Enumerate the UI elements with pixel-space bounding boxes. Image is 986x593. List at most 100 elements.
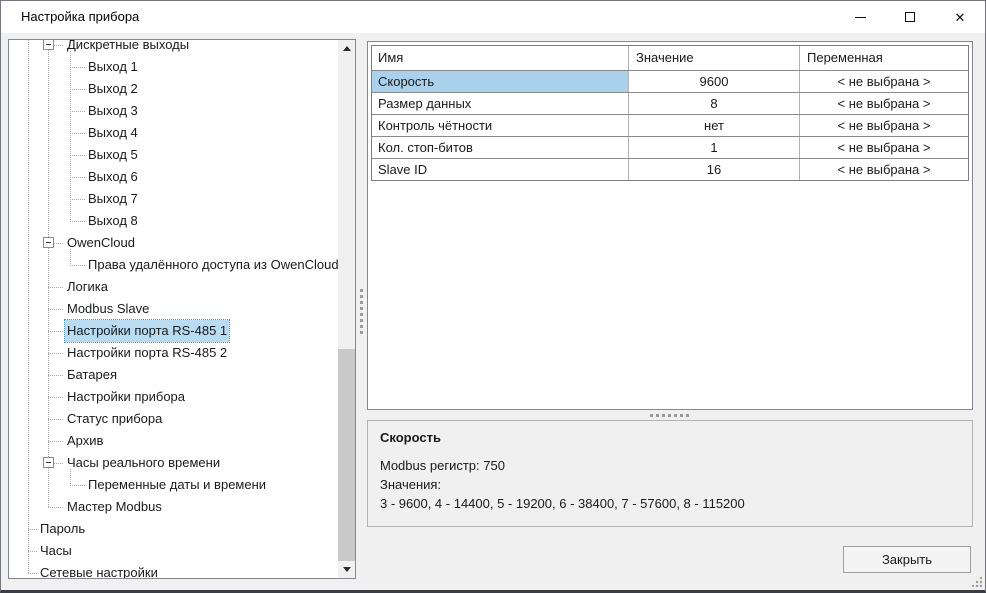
- tree-item-выход-5[interactable]: Выход 5: [9, 144, 338, 166]
- param-name-cell[interactable]: Кол. стоп-битов: [372, 137, 629, 158]
- param-variable-cell[interactable]: < не выбрана >: [800, 115, 968, 136]
- window-title: Настройка прибора: [21, 9, 139, 24]
- tree-item-выход-6[interactable]: Выход 6: [9, 166, 338, 188]
- tree-item-выход-3[interactable]: Выход 3: [9, 100, 338, 122]
- close-icon: ✕: [955, 11, 966, 24]
- tree-item-пароль[interactable]: Пароль: [9, 518, 338, 540]
- tree-item-архив[interactable]: Архив: [9, 430, 338, 452]
- table-row[interactable]: Контроль чётностинет< не выбрана >: [372, 114, 968, 136]
- tree-connector: [70, 265, 85, 266]
- table-row[interactable]: Slave ID16< не выбрана >: [372, 158, 968, 180]
- table-row[interactable]: Размер данных8< не выбрана >: [372, 92, 968, 114]
- param-value-cell[interactable]: нет: [629, 115, 800, 136]
- scrollbar-thumb[interactable]: [338, 349, 355, 561]
- tree-scrollbar[interactable]: [338, 40, 355, 578]
- tree-item-выход-2[interactable]: Выход 2: [9, 78, 338, 100]
- scroll-up-button[interactable]: [338, 40, 355, 57]
- tree-item-label: Сетевые настройки: [40, 562, 158, 578]
- tree-item-часы[interactable]: Часы: [9, 540, 338, 562]
- collapse-expander-icon[interactable]: [43, 237, 54, 248]
- tree-item-label: Выход 1: [88, 56, 138, 78]
- description-line: Modbus регистр: 750: [380, 456, 960, 475]
- column-header: Имя: [372, 46, 629, 70]
- tree-item-переменные-даты-и-времени[interactable]: Переменные даты и времени: [9, 474, 338, 496]
- tree-item-label: Выход 7: [88, 188, 138, 210]
- param-variable-cell[interactable]: < не выбрана >: [800, 93, 968, 114]
- tree-connector: [70, 485, 85, 486]
- collapse-expander-icon[interactable]: [43, 40, 54, 50]
- table-row[interactable]: Скорость9600< не выбрана >: [372, 70, 968, 92]
- tree-connector: [28, 529, 37, 530]
- tree-connector: [70, 111, 85, 112]
- tree-item-label: Часы: [40, 540, 72, 562]
- column-header: Значение: [629, 46, 800, 70]
- param-name-cell[interactable]: Размер данных: [372, 93, 629, 114]
- titlebar: Настройка прибора ✕: [1, 1, 985, 33]
- tree-connector: [70, 67, 85, 68]
- tree-item-modbus-slave[interactable]: Modbus Slave: [9, 298, 338, 320]
- tree-item-label: Дискретные выходы: [67, 40, 189, 56]
- scroll-down-icon: [343, 567, 351, 572]
- tree-connector: [48, 309, 64, 310]
- horizontal-splitter[interactable]: [367, 410, 973, 420]
- tree-item-label: Переменные даты и времени: [88, 474, 266, 496]
- close-button[interactable]: Закрыть: [843, 546, 971, 573]
- tree-item-label: Права удалённого доступа из OwenCloud: [88, 254, 338, 276]
- tree-item-логика[interactable]: Логика: [9, 276, 338, 298]
- vertical-splitter[interactable]: [356, 39, 367, 579]
- close-window-button[interactable]: ✕: [935, 1, 985, 33]
- maximize-button[interactable]: [885, 1, 935, 33]
- tree-item-мастер-modbus[interactable]: Мастер Modbus: [9, 496, 338, 518]
- param-value-cell[interactable]: 8: [629, 93, 800, 114]
- param-value-cell[interactable]: 16: [629, 159, 800, 180]
- tree-item-label: Выход 2: [88, 78, 138, 100]
- tree-item-статус-прибора[interactable]: Статус прибора: [9, 408, 338, 430]
- tree-item-сетевые-настройки[interactable]: Сетевые настройки: [9, 562, 338, 578]
- param-value-cell[interactable]: 1: [629, 137, 800, 158]
- tree-connector: [48, 331, 64, 332]
- tree-item-label: Настройки порта RS-485 2: [67, 342, 227, 364]
- tree-item-выход-7[interactable]: Выход 7: [9, 188, 338, 210]
- tree-item-выход-1[interactable]: Выход 1: [9, 56, 338, 78]
- tree-item-батарея[interactable]: Батарея: [9, 364, 338, 386]
- tree-item-label: Настройки прибора: [67, 386, 185, 408]
- vertical-splitter-grip: [360, 289, 363, 335]
- tree-connector: [70, 133, 85, 134]
- collapse-expander-icon[interactable]: [43, 457, 54, 468]
- param-value-cell[interactable]: 9600: [629, 71, 800, 92]
- maximize-icon: [905, 12, 915, 22]
- param-variable-cell[interactable]: < не выбрана >: [800, 159, 968, 180]
- minus-glyph: [46, 44, 51, 45]
- tree-item-часы-реального-времени[interactable]: Часы реального времени: [9, 452, 338, 474]
- description-line: 3 - 9600, 4 - 14400, 5 - 19200, 6 - 3840…: [380, 494, 960, 513]
- tree-item-права-удалённого-доступа-из-owencloud[interactable]: Права удалённого доступа из OwenCloud: [9, 254, 338, 276]
- tree-item-дискретные-выходы[interactable]: Дискретные выходы: [9, 40, 338, 56]
- parameter-description-panel: Скорость Modbus регистр: 750 Значения: 3…: [367, 420, 973, 527]
- scroll-down-button[interactable]: [338, 561, 355, 578]
- param-variable-cell[interactable]: < не выбрана >: [800, 71, 968, 92]
- tree-connector: [48, 353, 64, 354]
- tree-item-настройки-прибора[interactable]: Настройки прибора: [9, 386, 338, 408]
- tree-item-label: Пароль: [40, 518, 85, 540]
- tree-item-label: Настройки порта RS-485 1: [65, 320, 229, 342]
- caption-buttons: ✕: [835, 1, 985, 33]
- tree-item-выход-8[interactable]: Выход 8: [9, 210, 338, 232]
- minimize-button[interactable]: [835, 1, 885, 33]
- tree-item-настройки-порта-rs-485-2[interactable]: Настройки порта RS-485 2: [9, 342, 338, 364]
- tree-item-label: Часы реального времени: [67, 452, 220, 474]
- param-variable-cell[interactable]: < не выбрана >: [800, 137, 968, 158]
- tree-item-выход-4[interactable]: Выход 4: [9, 122, 338, 144]
- tree-item-owencloud[interactable]: OwenCloud: [9, 232, 338, 254]
- table-row[interactable]: Кол. стоп-битов1< не выбрана >: [372, 136, 968, 158]
- description-title: Скорость: [380, 430, 960, 445]
- resize-grip-icon[interactable]: [972, 577, 982, 587]
- parameters-table: ИмяЗначениеПеременнаяСкорость9600< не вы…: [371, 45, 969, 181]
- tree-item-настройки-порта-rs-485-1[interactable]: Настройки порта RS-485 1: [9, 320, 338, 342]
- param-name-cell[interactable]: Скорость: [372, 71, 629, 92]
- tree-item-label: Выход 4: [88, 122, 138, 144]
- tree-connector: [28, 573, 37, 574]
- tree-item-label: Выход 3: [88, 100, 138, 122]
- param-name-cell[interactable]: Контроль чётности: [372, 115, 629, 136]
- param-name-cell[interactable]: Slave ID: [372, 159, 629, 180]
- tree-item-label: Логика: [67, 276, 108, 298]
